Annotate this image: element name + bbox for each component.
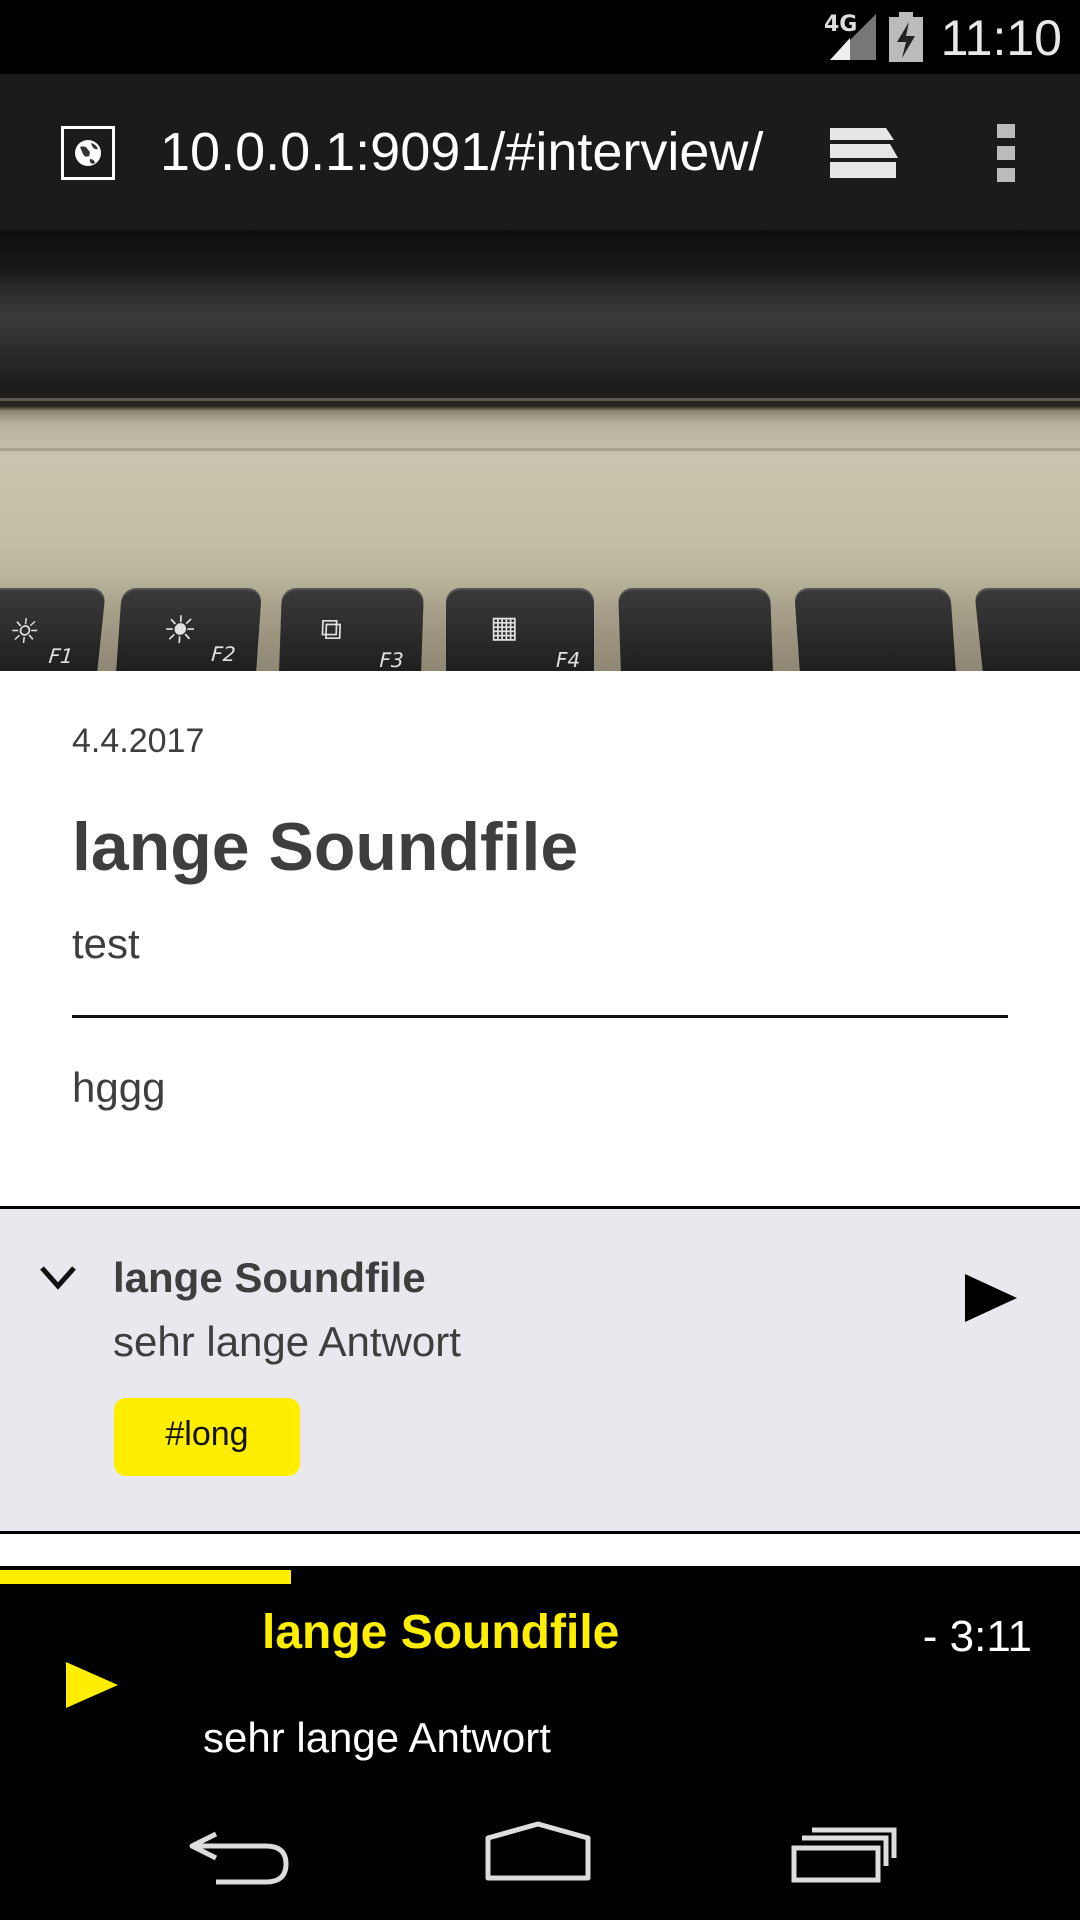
signal-icon [830,14,876,60]
article-title: lange Soundfile [72,809,579,885]
key-label: F3 [379,648,405,671]
url-bar[interactable]: 10.0.0.1:9091/#interview/ [160,120,766,184]
audio-item-subtitle: sehr lange Antwort [113,1318,461,1365]
home-icon[interactable] [482,1820,594,1884]
progress-fill [0,1570,291,1584]
player-title: lange Soundfile [262,1606,620,1659]
article-date: 4.4.2017 [72,722,205,760]
globe-icon [75,140,101,166]
site-info-button[interactable] [61,126,115,180]
keyboard-key [974,590,1080,671]
battery-icon [889,12,923,62]
play-icon[interactable] [963,1272,1019,1324]
keyboard-key: ☼ F1 [0,590,106,671]
keyboard-key: ☀ F2 [114,590,262,671]
keyboard-key: ▦ F4 [446,590,594,671]
key-label: F2 [210,642,237,666]
article-subtitle: test [72,920,140,967]
chevron-down-icon[interactable] [38,1262,78,1292]
keyboard-key [618,590,774,671]
audio-player-bar [0,1566,1080,1800]
clock: 11:10 [940,10,1062,66]
play-icon[interactable] [64,1660,120,1710]
divider [72,1015,1008,1018]
overflow-menu-icon[interactable] [995,122,1019,186]
tabs-icon[interactable] [826,124,902,182]
hero-image: ☼ F1 ☀ F2 ⧉ F3 ▦ F4 [0,230,1080,671]
key-label: F4 [556,648,581,671]
player-subtitle: sehr lange Antwort [203,1714,551,1761]
back-icon[interactable] [186,1824,294,1888]
tag-badge[interactable]: #long [114,1398,300,1476]
player-time-remaining: - 3:11 [922,1612,1032,1661]
status-bar: 4G 11:10 [0,0,1080,74]
recent-apps-icon[interactable] [790,1824,898,1884]
article-body: hggg [72,1064,166,1111]
keyboard-key: ⧉ F3 [278,590,424,671]
audio-item-title: lange Soundfile [113,1254,426,1301]
keyboard-key [794,590,958,671]
key-label: F1 [47,644,75,668]
